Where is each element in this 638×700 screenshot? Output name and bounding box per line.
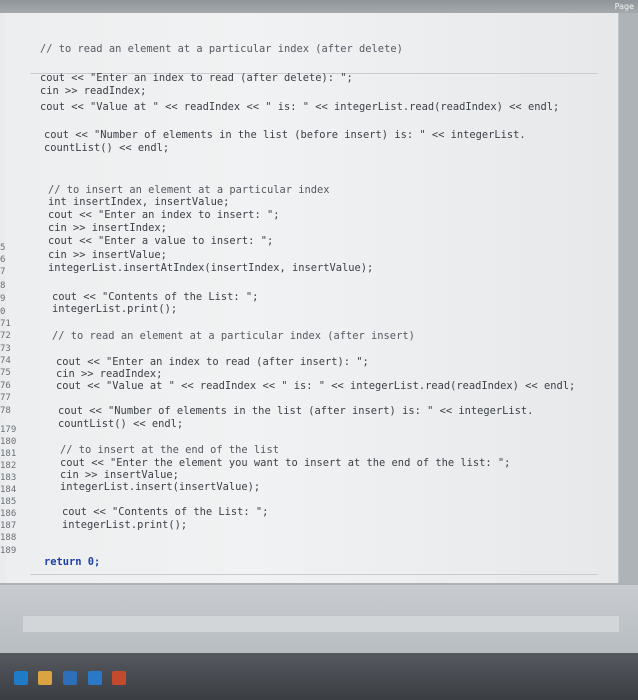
line-number: 182: [0, 461, 17, 471]
store-icon[interactable]: [63, 671, 77, 685]
line-number: 5: [0, 243, 6, 253]
line-number: 9: [0, 294, 6, 304]
line-number: 180: [0, 437, 17, 447]
line-number: 7: [0, 267, 6, 277]
code-line: cout << "Number of elements in the list …: [58, 405, 534, 417]
code-line: cout << "Contents of the List: ";: [52, 291, 259, 303]
code-line: int insertIndex, insertValue;: [48, 196, 230, 208]
document-page: // to read an element at a particular in…: [0, 13, 619, 583]
code-line: cin >> insertValue;: [60, 469, 179, 481]
code-line: cout << "Enter the element you want to i…: [60, 457, 511, 469]
edge-browser-icon[interactable]: [14, 671, 28, 685]
code-line: cout << "Value at " << readIndex << " is…: [56, 380, 576, 392]
code-line: integerList.print();: [52, 303, 178, 315]
page-label: Page: [614, 2, 634, 11]
line-number: 188: [0, 533, 17, 543]
code-line: cin >> readIndex;: [40, 85, 147, 97]
line-number: 8: [0, 281, 6, 291]
line-number: 71: [0, 319, 11, 329]
code-comment-line: // to insert at the end of the list: [60, 444, 279, 456]
code-line: cout << "Contents of the List: ";: [62, 506, 269, 518]
taskbar: [0, 653, 638, 700]
line-number: 189: [0, 546, 17, 556]
code-line: cout << "Enter an index to insert: ";: [48, 209, 280, 221]
code-line: cout << "Enter a value to insert: ";: [48, 235, 274, 247]
horizontal-scrollbar[interactable]: [22, 615, 620, 633]
document-content[interactable]: // to read an element at a particular in…: [0, 13, 618, 583]
code-line: cin >> readIndex;: [56, 368, 163, 380]
file-explorer-icon[interactable]: [38, 671, 52, 685]
lower-panel: [0, 585, 638, 653]
code-comment-line: // to read an element at a particular in…: [52, 330, 415, 342]
code-line: integerList.print();: [62, 519, 188, 531]
code-line: cout << "Number of elements in the list …: [44, 129, 526, 141]
line-number: 181: [0, 449, 17, 459]
code-comment-line: // to insert an element at a particular …: [48, 184, 330, 196]
code-line: cin >> insertValue;: [48, 249, 167, 261]
line-number: 75: [0, 368, 11, 378]
line-number: 6: [0, 255, 6, 265]
line-number: 73: [0, 344, 11, 354]
line-number: 179: [0, 425, 17, 435]
line-number: 78: [0, 406, 11, 416]
code-line: cout << "Value at " << readIndex << " is…: [40, 101, 560, 113]
code-line: integerList.insertAtIndex(insertIndex, i…: [48, 262, 374, 274]
app-icon[interactable]: [112, 671, 126, 685]
line-number: 0: [0, 307, 6, 317]
line-number: 186: [0, 509, 17, 519]
window-title-bar: Page: [0, 0, 638, 13]
code-line: cout << "Enter an index to read (after i…: [56, 356, 369, 368]
code-line: countList() << endl;: [44, 142, 170, 154]
code-comment-line: // to read an element at a particular in…: [40, 43, 403, 55]
line-number: 183: [0, 473, 17, 483]
line-number: 72: [0, 331, 11, 341]
line-number: 74: [0, 356, 11, 366]
line-number: 184: [0, 485, 17, 495]
mail-icon[interactable]: [88, 671, 102, 685]
line-number: 185: [0, 497, 17, 507]
code-line: countList() << endl;: [58, 418, 184, 430]
code-line: cout << "Enter an index to read (after d…: [40, 72, 353, 84]
code-line: return 0;: [44, 556, 101, 568]
line-number: 187: [0, 521, 17, 531]
code-line: cin >> insertIndex;: [48, 222, 167, 234]
line-number: 77: [0, 393, 11, 403]
line-number: 76: [0, 381, 11, 391]
code-line: integerList.insert(insertValue);: [60, 481, 261, 493]
